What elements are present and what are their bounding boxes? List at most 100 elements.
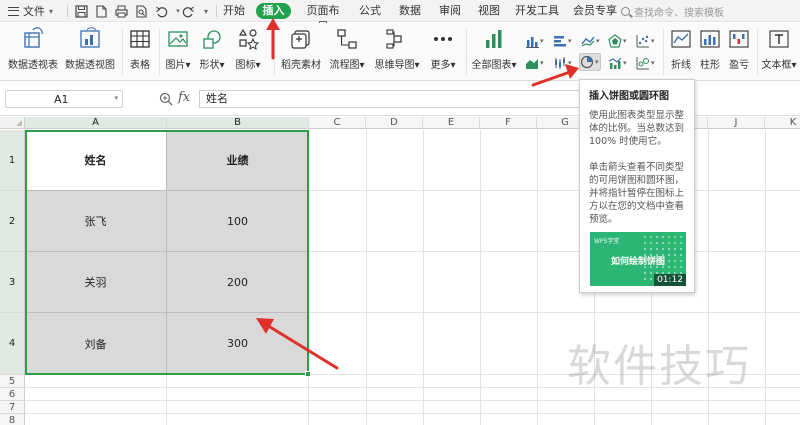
- search-icon: [621, 6, 630, 16]
- row-header-6[interactable]: 6: [0, 388, 25, 401]
- cell-b2[interactable]: 100: [167, 191, 309, 252]
- insert-function-button[interactable]: fx: [178, 90, 190, 105]
- pivot-table-button[interactable]: 数据透视表: [8, 27, 58, 71]
- video-title: 如何绘制饼图: [610, 257, 665, 267]
- mindmap-button[interactable]: 思维导图▾: [372, 27, 422, 71]
- row-header-8[interactable]: 8: [0, 414, 25, 425]
- docer-material-label: 稻壳素材: [281, 60, 321, 71]
- export-pdf-icon[interactable]: [93, 3, 109, 19]
- cell-a2[interactable]: 张飞: [25, 191, 167, 252]
- row-header-2[interactable]: 2: [0, 191, 25, 252]
- mindmap-icon: [386, 29, 402, 49]
- area-chart-icon: [526, 59, 538, 69]
- separator: [274, 29, 275, 75]
- stock-chart-icon: [555, 57, 565, 69]
- stock-chart-button[interactable]: ▾: [553, 54, 575, 72]
- textbox-button[interactable]: 文本框▾: [760, 27, 798, 71]
- tutorial-video-thumbnail[interactable]: WPS学堂 如何绘制饼图 01:12: [590, 232, 686, 286]
- select-all-corner[interactable]: [0, 117, 25, 129]
- table-button[interactable]: 表格: [128, 27, 152, 71]
- all-charts-icon: [486, 30, 502, 48]
- mindmap-label: 思维导图▾: [374, 60, 420, 71]
- row-header-1[interactable]: 1: [0, 130, 25, 191]
- pie-chart-button[interactable]: ▾: [579, 53, 601, 71]
- tab-home[interactable]: 开始: [223, 3, 245, 19]
- separator: [122, 29, 123, 75]
- column-header-f[interactable]: F: [480, 117, 537, 129]
- print-icon[interactable]: [113, 3, 129, 19]
- name-box[interactable]: A1 ▾: [5, 90, 123, 108]
- cell-b4[interactable]: 300: [167, 313, 309, 375]
- print-preview-icon[interactable]: [133, 3, 149, 19]
- column-header-k[interactable]: K: [765, 117, 800, 129]
- zoom-icon[interactable]: [159, 92, 173, 106]
- more-icon: [434, 37, 452, 41]
- gridline: [366, 130, 367, 425]
- cell-b3[interactable]: 200: [167, 252, 309, 313]
- row-header-4[interactable]: 4: [0, 313, 25, 375]
- tab-formulas[interactable]: 公式: [359, 3, 381, 19]
- separator: [67, 5, 68, 17]
- pivot-table-icon: [24, 27, 43, 48]
- bar-chart-button[interactable]: ▾: [553, 32, 575, 50]
- tab-data[interactable]: 数据: [399, 3, 421, 19]
- file-menu[interactable]: 文件 ▾: [8, 3, 53, 19]
- save-icon[interactable]: [73, 3, 89, 19]
- more-button[interactable]: 更多▾: [428, 27, 458, 71]
- picture-button[interactable]: 图片▾: [163, 27, 193, 71]
- formula-input[interactable]: 姓名: [199, 90, 619, 108]
- combo-chart-button[interactable]: ▾: [608, 54, 630, 72]
- sparkline-line-button[interactable]: 折线: [668, 27, 694, 71]
- shape-button[interactable]: 形状▾: [197, 27, 227, 71]
- tab-member[interactable]: 会员专享: [573, 3, 617, 19]
- shape-icon: [203, 30, 221, 49]
- watermark: 软件技巧: [567, 341, 751, 392]
- other-chart-button[interactable]: ▾: [636, 54, 658, 72]
- flowchart-button[interactable]: 流程图▾: [327, 27, 367, 71]
- command-search[interactable]: 查找命令、搜索模板: [621, 3, 771, 19]
- pie-chart-icon: [580, 55, 594, 69]
- redo-icon[interactable]: [180, 3, 196, 19]
- area-chart-button[interactable]: ▾: [525, 54, 547, 72]
- column-header-d[interactable]: D: [366, 117, 423, 129]
- all-charts-button[interactable]: 全部图表▾: [471, 27, 517, 71]
- sparkline-column-button[interactable]: 柱形: [697, 27, 723, 71]
- pivot-table-label: 数据透视表: [8, 60, 58, 71]
- cell-a1[interactable]: 姓名: [25, 130, 167, 191]
- radar-chart-button[interactable]: ▾: [608, 32, 630, 50]
- tooltip-body: 使用此图表类型显示整体的比例。当总数达到 100% 时使用它。 单击箭头查看不同…: [589, 109, 685, 226]
- tab-page-layout[interactable]: 页面布局: [302, 3, 344, 33]
- scatter-chart-button[interactable]: ▾: [636, 32, 658, 50]
- sparkline-winloss-button[interactable]: 盈亏: [726, 27, 752, 71]
- column-chart-button[interactable]: ▾: [525, 32, 547, 50]
- pivot-chart-button[interactable]: 数据透视图: [64, 27, 116, 71]
- combo-chart-icon: [608, 57, 622, 69]
- tooltip-paragraph-1: 使用此图表类型显示整体的比例。当总数达到 100% 时使用它。: [589, 110, 685, 147]
- row-header-3[interactable]: 3: [0, 252, 25, 313]
- column-header-b[interactable]: B: [167, 117, 309, 129]
- tab-insert[interactable]: 插入: [256, 3, 291, 19]
- fill-handle[interactable]: [305, 371, 311, 377]
- cell-b1[interactable]: 业绩: [167, 130, 309, 191]
- icon-library-button[interactable]: 图标▾: [233, 27, 263, 71]
- separator: [159, 29, 160, 75]
- tooltip-paragraph-2: 单击箭头查看不同类型的可用饼图和圆环图，并将指针暂停在图标上方以在您的文档中查看…: [589, 162, 685, 225]
- line-chart-button[interactable]: ▾: [581, 32, 603, 50]
- cell-a3[interactable]: 关羽: [25, 252, 167, 313]
- cell-a4[interactable]: 刘备: [25, 313, 167, 375]
- undo-icon[interactable]: [153, 3, 169, 19]
- column-header-a[interactable]: A: [25, 117, 167, 129]
- row-header-5[interactable]: 5: [0, 375, 25, 388]
- sparkline-line-label: 折线: [671, 60, 691, 71]
- tab-view[interactable]: 视图: [478, 3, 500, 19]
- column-header-c[interactable]: C: [309, 117, 366, 129]
- column-header-e[interactable]: E: [423, 117, 480, 129]
- tab-developer[interactable]: 开发工具: [515, 3, 559, 19]
- name-box-value: A1: [54, 93, 69, 106]
- docer-material-button[interactable]: 稻壳素材: [281, 27, 321, 71]
- more-quick-access-icon[interactable]: ▾: [198, 3, 214, 19]
- row-header-7[interactable]: 7: [0, 401, 25, 414]
- column-header-j[interactable]: J: [708, 117, 765, 129]
- tab-review[interactable]: 审阅: [439, 3, 461, 19]
- textbox-label: 文本框▾: [761, 60, 797, 71]
